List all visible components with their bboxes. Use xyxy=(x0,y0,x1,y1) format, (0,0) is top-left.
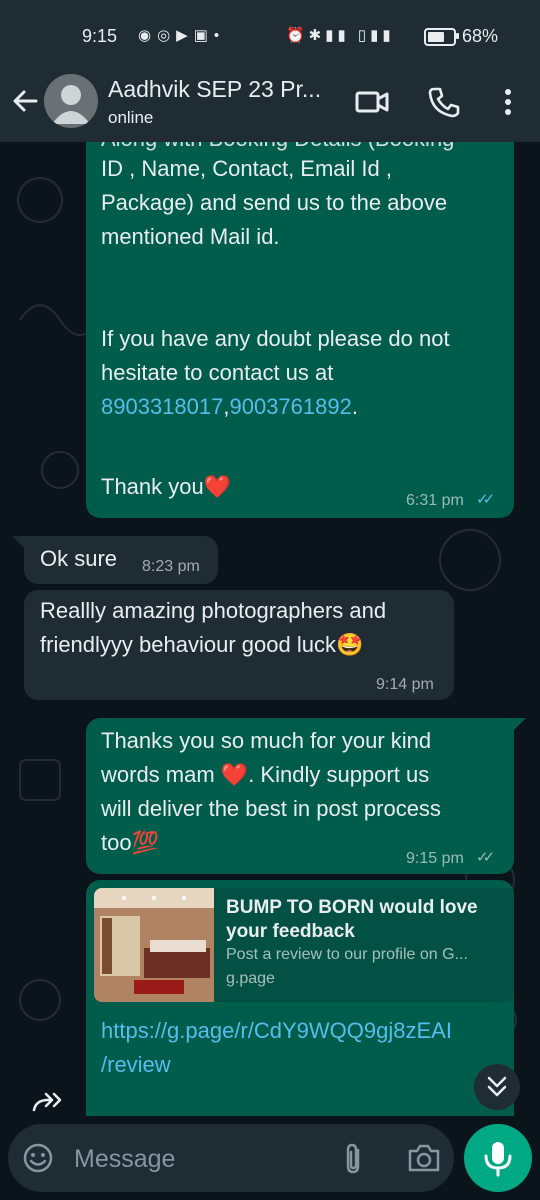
contact-avatar[interactable] xyxy=(44,74,98,128)
link-preview-domain: g.page xyxy=(226,970,275,987)
contact-status: online xyxy=(108,108,154,127)
hundred-points-emoji: 💯 xyxy=(131,830,159,855)
forward-icon[interactable] xyxy=(30,1090,68,1114)
system-icons: ⏰✱▮▮ ▯▮▮ xyxy=(286,27,395,44)
heart-emoji: ❤️ xyxy=(203,474,232,499)
message-time: 9:15 pm xyxy=(406,850,464,867)
attach-icon[interactable] xyxy=(338,1142,370,1176)
double-chevron-down-icon xyxy=(487,1076,507,1097)
phone-link[interactable]: 9003761892 xyxy=(229,394,351,419)
back-arrow-icon[interactable] xyxy=(8,84,42,118)
read-receipt-icon: ✓✓ xyxy=(476,491,495,508)
contact-name[interactable]: Aadhvik SEP 23 Pr... xyxy=(108,76,321,103)
battery-percent: 68% xyxy=(462,26,499,46)
scroll-to-bottom-button[interactable] xyxy=(474,1064,520,1110)
message-incoming[interactable]: Ok sure 8:23 pm xyxy=(24,536,218,584)
more-options-icon[interactable] xyxy=(490,84,526,120)
message-outgoing[interactable]: Thanks you so much for your kind words m… xyxy=(86,718,514,874)
clock: 9:15 xyxy=(82,26,118,46)
emoji-icon[interactable] xyxy=(22,1142,54,1174)
message-text: Ok sure xyxy=(40,546,118,571)
link-preview-card[interactable]: BUMP TO BORN would love your feedback Po… xyxy=(94,888,514,1002)
delivered-receipt-icon: ✓✓ xyxy=(476,849,495,866)
message-outgoing-link[interactable]: BUMP TO BORN would love your feedback Po… xyxy=(86,880,514,1116)
status-bar: 9:15 ◉◎▶▣• ⏰✱▮▮ ▯▮▮ 68% xyxy=(0,0,540,70)
message-time: 9:14 pm xyxy=(376,676,434,693)
star-struck-emoji: 🤩 xyxy=(335,632,364,657)
message-time: 8:23 pm xyxy=(142,558,200,575)
voice-message-button[interactable] xyxy=(464,1124,532,1192)
camera-icon[interactable] xyxy=(406,1142,442,1174)
video-call-icon[interactable] xyxy=(354,84,390,120)
heart-emoji: ❤️ xyxy=(220,762,249,787)
message-time: 6:31 pm xyxy=(406,492,464,509)
message-outgoing[interactable]: Along with Booking Details (Booking ID ,… xyxy=(86,120,514,518)
voice-call-icon[interactable] xyxy=(426,84,462,120)
microphone-icon xyxy=(484,1142,512,1177)
link-preview-thumbnail xyxy=(94,888,214,1002)
message-input[interactable] xyxy=(72,1142,316,1176)
link-preview-description: Post a review to our profile on G... xyxy=(226,946,468,963)
phone-link[interactable]: 8903318017 xyxy=(101,394,223,419)
battery-icon xyxy=(424,28,456,46)
link-preview-title: BUMP TO BORN would love your feedback xyxy=(226,897,478,942)
message-text: ID , Name, Contact, Email Id , Package) … xyxy=(101,156,450,385)
message-incoming[interactable]: Reallly amazing photographers and friend… xyxy=(24,590,454,700)
notification-icons: ◉◎▶▣• xyxy=(138,27,226,44)
review-link[interactable]: https://g.page/r/CdY9WQQ9gj8zEAI /review xyxy=(101,1014,506,1082)
message-text: Reallly amazing photographers and friend… xyxy=(40,598,387,657)
message-text: Thank you xyxy=(101,474,204,499)
message-composer xyxy=(8,1124,454,1192)
